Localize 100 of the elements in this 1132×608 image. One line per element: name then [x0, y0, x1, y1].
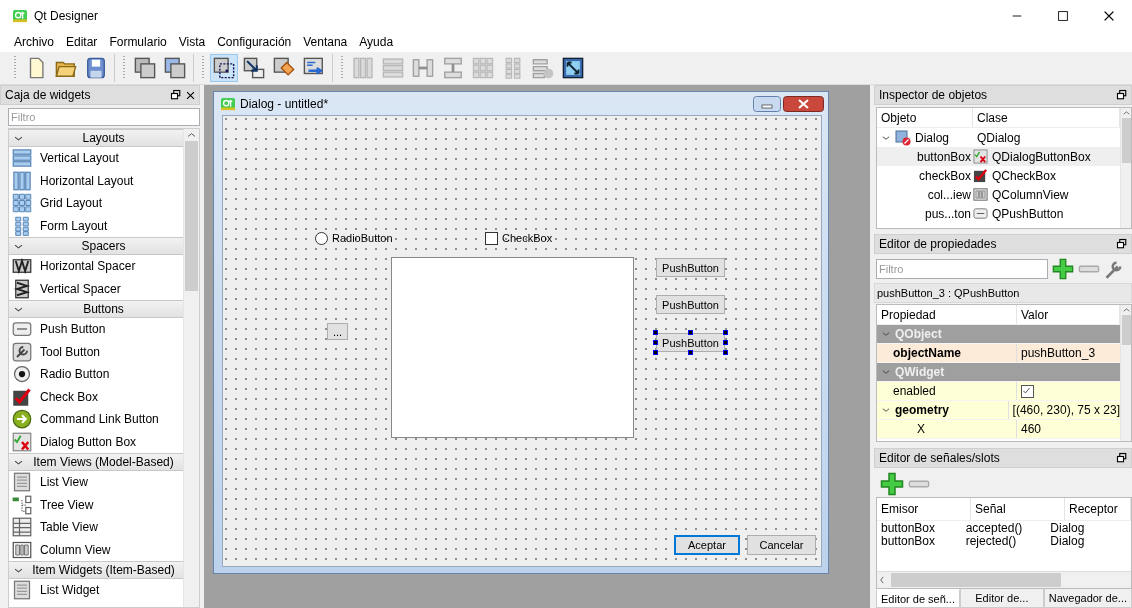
menu-item[interactable]: Ayuda	[353, 33, 400, 51]
minimize-button[interactable]	[753, 95, 781, 112]
tree-row[interactable]: Dialog QDialog	[877, 128, 1120, 147]
property-value[interactable]: pushButton_3	[1021, 346, 1096, 360]
table-cell-text: buttonBox	[880, 533, 937, 548]
property-row[interactable]: X 460	[877, 420, 1120, 439]
wrench-icon[interactable]	[1104, 259, 1124, 279]
float-icon[interactable]	[170, 89, 182, 101]
object-name: Dialog	[915, 130, 950, 145]
category-header[interactable]: Spacers	[9, 237, 183, 255]
table-cell-text: accepted()	[964, 520, 1024, 535]
tree-row[interactable]: checkBox QCheckBox	[877, 166, 1120, 185]
filter-field[interactable]: Filtro	[876, 259, 1048, 279]
push-button[interactable]: PushButton	[656, 258, 725, 277]
plus-icon[interactable]	[880, 472, 904, 496]
chevron-icon[interactable]	[881, 405, 891, 415]
property-name: geometry	[895, 403, 950, 417]
category-header[interactable]: Buttons	[9, 300, 183, 318]
panel-title: Editor de propiedades	[879, 237, 998, 251]
scrollbar-thumb[interactable]	[891, 573, 1061, 587]
column-header[interactable]: Señal	[971, 498, 1065, 520]
scrollbar[interactable]	[1120, 108, 1131, 228]
filter-field[interactable]: Filtro	[8, 108, 200, 126]
property-row[interactable]: enabled	[877, 382, 1120, 401]
widget-item[interactable]: Push Button	[9, 318, 183, 341]
widget-item[interactable]: List Widget	[9, 579, 183, 602]
menu-item[interactable]: Formulario	[103, 33, 173, 51]
checkbox[interactable]	[1021, 384, 1034, 398]
scrollbar-thumb[interactable]	[1121, 118, 1131, 163]
scrollbar[interactable]	[877, 571, 1131, 588]
tab[interactable]: Navegador de...	[1043, 589, 1132, 608]
radio-button[interactable]: RadioButton	[315, 230, 393, 246]
close-button[interactable]	[783, 95, 824, 112]
scrollbar[interactable]	[183, 129, 199, 607]
tab[interactable]: Editor de...	[960, 589, 1044, 608]
property-row[interactable]: objectName pushButton_3	[877, 344, 1120, 363]
column-header[interactable]: Objeto	[877, 108, 973, 127]
widget-item[interactable]: Vertical Layout	[9, 147, 183, 170]
widget-item[interactable]: Horizontal Layout	[9, 169, 183, 192]
widget-item[interactable]: Tree View	[9, 493, 183, 516]
column-header[interactable]: Receptor	[1065, 498, 1131, 520]
chevron-icon[interactable]	[881, 367, 891, 377]
category-header[interactable]: Item Widgets (Item-Based)	[9, 561, 183, 579]
column-view-icon	[973, 187, 988, 202]
checkbox[interactable]: CheckBox	[485, 230, 553, 246]
widget-item[interactable]: Column View	[9, 538, 183, 561]
table-cell-text: Dialog	[1049, 533, 1086, 548]
property-value[interactable]: 460	[1021, 422, 1042, 436]
category-header[interactable]: Layouts	[9, 129, 183, 147]
widget-item[interactable]: Radio Button	[9, 363, 183, 386]
widget-item[interactable]: Command Link Button	[9, 408, 183, 431]
tab[interactable]: Editor de señ...	[876, 589, 960, 608]
property-row[interactable]: geometry [(460, 230), 75 x 23]	[877, 401, 1120, 420]
toolbar-button[interactable]	[210, 54, 238, 82]
float-icon[interactable]	[1116, 238, 1128, 250]
arrow-circle-icon	[12, 409, 32, 430]
widget-item[interactable]: Vertical Spacer	[9, 277, 183, 300]
push-button[interactable]: PushButton	[656, 295, 725, 314]
tool-button[interactable]: ...	[327, 323, 348, 340]
tree-row[interactable]: col...iew QColumnView	[877, 185, 1120, 204]
menu-item[interactable]: Editar	[60, 33, 104, 51]
category-header[interactable]: Item Views (Model-Based)	[9, 453, 183, 471]
tree-row[interactable]: pus...ton QPushButton	[877, 204, 1120, 223]
select-box-icon	[213, 57, 235, 79]
plus-icon[interactable]	[1052, 258, 1074, 280]
push-button[interactable]: Cancelar	[747, 535, 816, 555]
column-header[interactable]: Propiedad	[877, 305, 1017, 324]
property-value[interactable]: [(460, 230), 75 x 23]	[1012, 403, 1120, 417]
chevron-icon[interactable]	[881, 329, 891, 339]
widget-item[interactable]: List View	[9, 471, 183, 494]
scrollbar[interactable]	[1120, 305, 1131, 441]
widget-item[interactable]: Table View	[9, 516, 183, 539]
tick-cross-icon	[12, 431, 32, 452]
menu-item[interactable]: Ventana	[297, 33, 354, 51]
column-header[interactable]: Emisor	[877, 498, 971, 520]
float-icon[interactable]	[1116, 452, 1128, 464]
menu-item[interactable]: Archivo	[8, 33, 60, 51]
push-button[interactable]: Aceptar	[674, 535, 740, 555]
tick-cross-icon	[973, 149, 988, 164]
tree-row[interactable]: buttonBox QDialogButtonBox	[877, 147, 1120, 166]
close-icon[interactable]	[1102, 9, 1116, 23]
widget-item[interactable]: Dialog Button Box	[9, 430, 183, 453]
panel-title: Editor de señales/slots	[879, 451, 1001, 465]
widget-item[interactable]: Horizontal Spacer	[9, 255, 183, 278]
scrollbar-thumb[interactable]	[185, 141, 198, 291]
float-icon[interactable]	[1116, 89, 1128, 101]
columns-icon	[352, 57, 374, 79]
widget-item[interactable]: Check Box	[9, 385, 183, 408]
scrollbar-thumb[interactable]	[1121, 315, 1131, 345]
widget-item[interactable]: Form Layout	[9, 214, 183, 237]
checkbox-icon	[12, 386, 32, 407]
menu-item[interactable]: Configuración	[211, 33, 298, 51]
menu-item[interactable]: Vista	[172, 33, 212, 51]
maximize-icon[interactable]	[1056, 9, 1070, 23]
class-name: QCheckBox	[992, 168, 1057, 183]
close-icon[interactable]	[185, 89, 196, 101]
push-button[interactable]: PushButton	[656, 333, 725, 352]
widget-item[interactable]: Grid Layout	[9, 192, 183, 215]
widget-item[interactable]: Tool Button	[9, 340, 183, 363]
floppy-icon	[85, 57, 107, 79]
